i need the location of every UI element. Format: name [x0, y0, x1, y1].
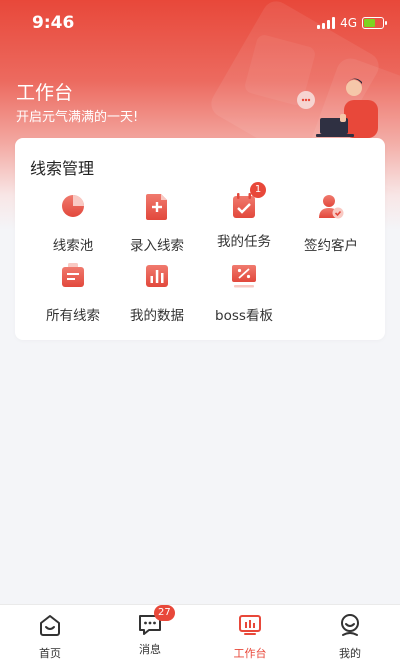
- grid-item-label: 我的任务: [217, 234, 271, 250]
- monitor-board-icon: [232, 265, 256, 288]
- workbench-icon: [239, 615, 261, 635]
- tab-label: 首页: [39, 647, 61, 660]
- battery-icon: [362, 17, 387, 29]
- tab-label: 工作台: [233, 647, 267, 660]
- grid-item-label: 所有线索: [46, 308, 100, 324]
- tab-label: 消息: [139, 643, 161, 656]
- profile-icon: [341, 614, 359, 636]
- signal-icon: [317, 17, 336, 29]
- grid-item-my-tasks[interactable]: 1 我的任务: [198, 182, 290, 250]
- home-icon: [40, 615, 60, 636]
- message-count-badge: 27: [154, 605, 175, 621]
- tab-home[interactable]: 首页: [10, 611, 90, 661]
- grid-item-boss-board[interactable]: boss看板: [198, 258, 290, 324]
- grid-item-label: 我的数据: [130, 308, 184, 324]
- page-title: 工作台: [16, 82, 74, 104]
- network-type: 4G: [340, 16, 357, 30]
- card-title: 线索管理: [30, 159, 95, 178]
- grid-item-all-leads[interactable]: 所有线索: [27, 258, 119, 324]
- folder-icon: [62, 263, 84, 287]
- tab-messages[interactable]: 27 消息: [110, 605, 190, 657]
- bottom-tab-bar: 首页 27 消息 工作台 我的: [0, 604, 400, 666]
- grid-item-label: boss看板: [215, 308, 273, 324]
- task-count-badge: 1: [250, 182, 266, 198]
- illustration-person-laptop-icon: [297, 78, 378, 138]
- grid-item-add-lead[interactable]: 录入线索: [111, 188, 203, 254]
- user-check-icon: [319, 195, 344, 219]
- add-document-icon: [146, 194, 167, 220]
- bar-chart-icon: [146, 265, 168, 287]
- grid-item-lead-pool[interactable]: 线索池: [27, 188, 119, 254]
- grid-item-signed-customers[interactable]: 签约客户: [285, 188, 377, 254]
- page-subtitle: 开启元气满满的一天!: [16, 110, 139, 125]
- grid-item-my-data[interactable]: 我的数据: [111, 258, 203, 324]
- status-indicators: 4G: [317, 16, 387, 30]
- tab-workbench[interactable]: 工作台: [210, 611, 290, 661]
- tab-profile[interactable]: 我的: [310, 611, 390, 661]
- status-bar: 9:46 4G: [0, 0, 400, 48]
- lead-management-card: 线索管理 线索池 录入线索 1 我的任务 签约客户 所有线索 我的数据 boss…: [15, 138, 385, 340]
- grid-item-label: 签约客户: [304, 238, 358, 254]
- status-time: 9:46: [32, 13, 75, 33]
- pie-chart-icon: [62, 195, 84, 217]
- grid-item-label: 录入线索: [130, 238, 184, 254]
- tab-label: 我的: [339, 647, 361, 660]
- grid-item-label: 线索池: [52, 238, 94, 254]
